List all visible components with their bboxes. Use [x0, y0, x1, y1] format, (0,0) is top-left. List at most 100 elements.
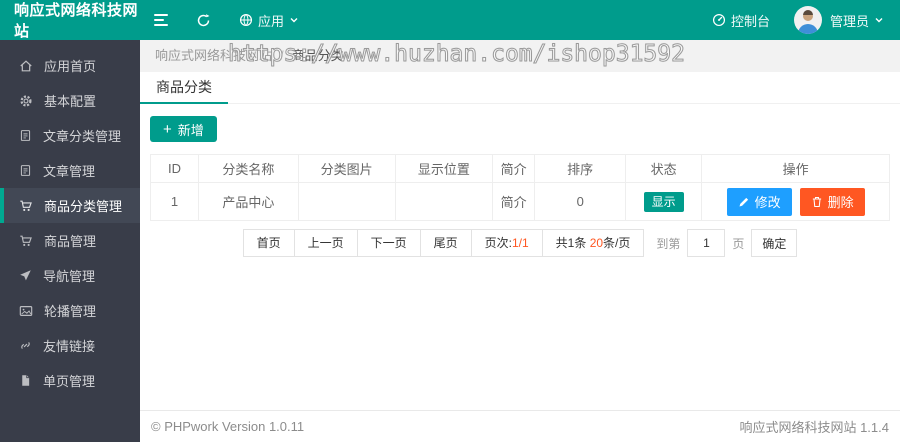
delete-button[interactable]: 删除: [799, 187, 865, 216]
breadcrumb-current: 商品分类: [291, 48, 344, 63]
tab-bar: 商品分类: [140, 72, 900, 104]
footer-copyright: © PHPwork Version 1.0.11: [151, 419, 305, 434]
plus-icon: +: [163, 120, 172, 138]
col-header-status: 状态: [625, 154, 703, 183]
sidebar-item-label: 文章分类管理: [43, 129, 122, 144]
pagination-last[interactable]: 尾页: [419, 229, 472, 257]
sidebar-item-label: 单页管理: [43, 374, 96, 389]
total-label: 共1条: [555, 236, 587, 250]
add-button[interactable]: + 新增: [150, 116, 217, 142]
pencil-icon: [738, 196, 750, 208]
edit-button[interactable]: 修改: [726, 187, 792, 216]
app-menu[interactable]: 应用: [225, 0, 313, 40]
refresh-icon: [196, 13, 211, 28]
col-header-id: ID: [149, 154, 200, 183]
pagination-group: 首页 上一页 下一页 尾页 页次:1/1 共1条 20条/页: [242, 229, 645, 257]
top-header: 响应式网络科技网站 应用 控制台 管理员: [0, 0, 900, 40]
sidebar-item-product-category[interactable]: 商品分类管理: [0, 188, 140, 223]
footer: © PHPwork Version 1.0.11 响应式网络科技网站 1.1.4: [140, 410, 900, 442]
gear-icon: [19, 94, 33, 108]
page-info-value: 1/1: [511, 236, 529, 250]
header-left-nav: 应用: [140, 0, 313, 40]
pagination-page-info: 页次:1/1: [470, 229, 543, 257]
tab-product-category[interactable]: 商品分类: [140, 72, 228, 104]
pagination-total-info: 共1条 20条/页: [541, 229, 645, 257]
app-window: 响应式网络科技网站 应用 控制台 管理员 应用首页 基本配置 文章分类管理 文章…: [0, 0, 900, 442]
sidebar-item-config[interactable]: 基本配置: [0, 83, 140, 118]
sidebar-item-label: 应用首页: [44, 59, 97, 74]
pagination-first[interactable]: 首页: [242, 229, 295, 257]
breadcrumb-separator: /: [280, 48, 284, 63]
edit-button-label: 修改: [754, 195, 781, 210]
app-menu-label: 应用: [258, 13, 285, 29]
cell-status: 显示: [625, 182, 703, 221]
sidebar-item-label: 商品管理: [44, 234, 97, 249]
cell-image: [297, 182, 396, 221]
col-header-name: 分类名称: [198, 154, 299, 183]
collapse-sidebar-button[interactable]: [140, 0, 182, 40]
col-header-intro: 简介: [492, 154, 536, 183]
sidebar-item-article-category[interactable]: 文章分类管理: [0, 118, 140, 153]
file-icon: [19, 374, 32, 387]
sidebar-item-product[interactable]: 商品管理: [0, 223, 140, 258]
pagination-skip: 到第 页 确定: [656, 229, 798, 257]
sidebar-item-label: 友情链接: [43, 339, 96, 354]
sidebar-item-label: 文章管理: [43, 164, 96, 179]
send-icon: [19, 269, 32, 282]
goto-label: 到第: [656, 236, 681, 251]
sidebar-item-navigation[interactable]: 导航管理: [0, 258, 140, 293]
document-icon: [19, 164, 32, 177]
footer-version: 响应式网络科技网站 1.1.4: [739, 420, 889, 435]
sidebar-item-label: 轮播管理: [44, 304, 97, 319]
col-header-sort: 排序: [534, 154, 627, 183]
pagination-next[interactable]: 下一页: [356, 229, 421, 257]
user-menu[interactable]: 管理员: [830, 0, 888, 40]
chevron-down-icon: [289, 15, 299, 25]
site-logo: 响应式网络科技网站: [14, 2, 139, 40]
cell-name: 产品中心: [198, 182, 299, 221]
user-avatar[interactable]: [793, 6, 822, 34]
content-card: 商品分类 + 新增 ID 分类名称 分类图片 显示位置 简介 排序 状态 操作 …: [140, 72, 900, 410]
add-button-label: 新增: [177, 122, 204, 138]
sidebar-item-links[interactable]: 友情链接: [0, 328, 140, 363]
status-badge[interactable]: 显示: [643, 191, 684, 212]
chevron-down-icon: [874, 15, 884, 25]
cell-intro: 简介: [492, 182, 536, 221]
page-info-label: 页次:: [484, 236, 512, 250]
sidebar-item-single-page[interactable]: 单页管理: [0, 363, 140, 398]
globe-icon: [239, 13, 253, 27]
console-button[interactable]: 控制台: [698, 0, 784, 40]
dashboard-icon: [712, 13, 726, 27]
sidebar-item-article[interactable]: 文章管理: [0, 153, 140, 188]
document-icon: [19, 129, 32, 142]
pagination: 首页 上一页 下一页 尾页 页次:1/1 共1条 20条/页 到第 页 确定: [150, 229, 890, 257]
sidebar-item-label: 商品分类管理: [44, 199, 123, 214]
sidebar-item-home[interactable]: 应用首页: [0, 48, 140, 83]
confirm-button[interactable]: 确定: [751, 229, 798, 257]
console-label: 控制台: [730, 13, 770, 29]
hamburger-icon: [154, 14, 168, 26]
sidebar-item-carousel[interactable]: 轮播管理: [0, 293, 140, 328]
trash-icon: [811, 196, 823, 208]
col-header-image: 分类图片: [297, 154, 396, 183]
cell-actions: 修改 删除: [701, 182, 890, 221]
category-table: ID 分类名称 分类图片 显示位置 简介 排序 状态 操作 1 产品中心 简介 …: [149, 154, 890, 221]
table-header-row: ID 分类名称 分类图片 显示位置 简介 排序 状态 操作: [149, 154, 890, 183]
per-page-suffix: 条/页: [603, 236, 631, 250]
card-body: + 新增 ID 分类名称 分类图片 显示位置 简介 排序 状态 操作 1 产品中…: [140, 104, 900, 257]
image-icon: [19, 304, 33, 318]
sidebar-item-label: 导航管理: [43, 269, 96, 284]
cell-id: 1: [149, 182, 200, 221]
refresh-button[interactable]: [182, 0, 225, 40]
per-page-number: 20: [589, 236, 604, 250]
breadcrumb-root[interactable]: 响应式网络科技网站: [155, 48, 272, 63]
delete-button-label: 删除: [827, 195, 854, 210]
col-header-actions: 操作: [701, 154, 890, 183]
cart-icon: [19, 199, 33, 213]
pagination-prev[interactable]: 上一页: [293, 229, 358, 257]
table-row: 1 产品中心 简介 0 显示 修改 删除: [149, 182, 890, 221]
sidebar-nav: 应用首页 基本配置 文章分类管理 文章管理 商品分类管理 商品管理 导航管理 轮…: [0, 40, 140, 442]
col-header-position: 显示位置: [394, 154, 494, 183]
goto-page-input[interactable]: [687, 229, 726, 257]
user-name-label: 管理员: [829, 13, 869, 29]
